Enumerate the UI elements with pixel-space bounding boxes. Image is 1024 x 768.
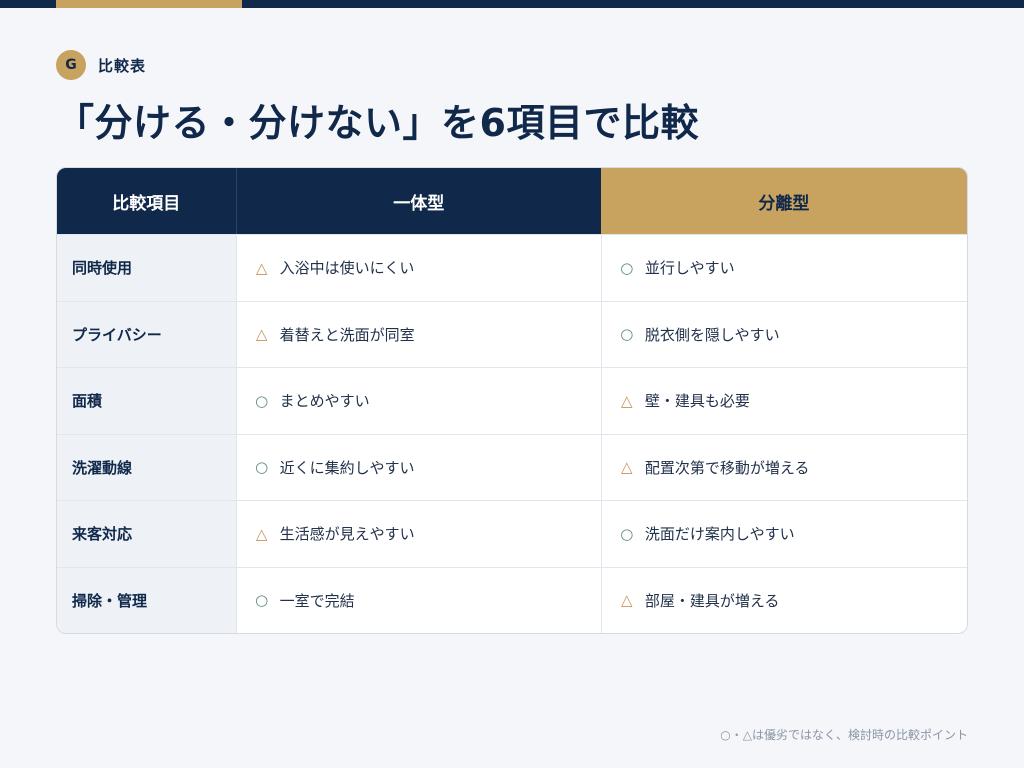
triangle-mark-icon: △ <box>255 258 268 277</box>
section-eyebrow: G 比較表 <box>56 50 146 80</box>
circle-mark-icon: ○ <box>620 524 634 543</box>
integrated-text: 着替えと洗面が同室 <box>279 325 415 344</box>
separated-text: 並行しやすい <box>644 259 735 278</box>
footnote: ○・△は優劣ではなく、検討時の比較ポイント <box>720 728 968 742</box>
table-row: 掃除・管理 ○ 一室で完結 △ 部屋・建具が増える <box>57 566 967 633</box>
row-item-label: 同時使用 <box>57 235 236 301</box>
triangle-mark-icon: △ <box>621 391 633 410</box>
triangle-mark-icon: △ <box>621 458 633 477</box>
table-row: 来客対応 △ 生活感が見えやすい ○ 洗面だけ案内しやすい <box>57 500 967 567</box>
separated-cell: ○ 脱衣側を隠しやすい <box>600 301 967 367</box>
circle-mark-icon: ○ <box>255 391 269 410</box>
separated-cell: △ 壁・建具も必要 <box>600 368 967 434</box>
section-label: 比較表 <box>98 56 147 75</box>
separated-cell: △ 配置次第で移動が増える <box>600 434 967 500</box>
column-header-item: 比較項目 <box>57 168 236 234</box>
table-header-row: 比較項目 一体型 分離型 <box>57 168 967 234</box>
circle-mark-icon: ○ <box>255 458 269 477</box>
row-item-label: 来客対応 <box>57 501 236 567</box>
integrated-cell: △ 入浴中は使いにくい <box>235 235 601 301</box>
integrated-text: 近くに集約しやすい <box>279 458 415 477</box>
separated-text: 脱衣側を隠しやすい <box>644 325 780 344</box>
separated-text: 配置次第で移動が増える <box>644 458 810 477</box>
circle-mark-icon: ○ <box>620 325 634 344</box>
integrated-text: 一室で完結 <box>279 591 355 610</box>
table-row: 面積 ○ まとめやすい △ 壁・建具も必要 <box>57 367 967 434</box>
integrated-cell: △ 着替えと洗面が同室 <box>235 301 601 367</box>
column-header-integrated: 一体型 <box>235 168 601 234</box>
row-item-label: プライバシー <box>57 301 236 367</box>
section-badge: G <box>56 50 86 80</box>
separated-cell: ○ 洗面だけ案内しやすい <box>600 501 967 567</box>
integrated-text: 生活感が見えやすい <box>279 525 415 544</box>
comparison-table: 比較項目 一体型 分離型 同時使用 △ 入浴中は使いにくい ○ 並行しやすいプライバシー… <box>56 167 968 634</box>
integrated-cell: ○ まとめやすい <box>235 368 601 434</box>
row-item-label: 面積 <box>57 368 236 434</box>
separated-text: 壁・建具も必要 <box>644 392 750 411</box>
column-header-separated: 分離型 <box>600 168 967 234</box>
integrated-cell: ○ 近くに集約しやすい <box>235 434 601 500</box>
circle-mark-icon: ○ <box>620 258 634 277</box>
integrated-text: 入浴中は使いにくい <box>279 259 415 278</box>
table-row: プライバシー △ 着替えと洗面が同室 ○ 脱衣側を隠しやすい <box>57 300 967 367</box>
integrated-text: まとめやすい <box>279 392 370 411</box>
separated-cell: ○ 並行しやすい <box>600 235 967 301</box>
table-body: 同時使用 △ 入浴中は使いにくい ○ 並行しやすいプライバシー △ 着替えと洗面が同室 ○ 脱衣… <box>57 234 967 633</box>
table-row: 洗濯動線 ○ 近くに集約しやすい △ 配置次第で移動が増える <box>57 433 967 500</box>
table-row: 同時使用 △ 入浴中は使いにくい ○ 並行しやすい <box>57 234 967 301</box>
row-item-label: 掃除・管理 <box>57 567 236 633</box>
triangle-mark-icon: △ <box>255 524 268 543</box>
separated-cell: △ 部屋・建具が増える <box>600 567 967 633</box>
separated-text: 部屋・建具が増える <box>644 591 780 610</box>
integrated-cell: △ 生活感が見えやすい <box>235 501 601 567</box>
top-bar-accent <box>56 0 242 8</box>
triangle-mark-icon: △ <box>255 325 268 344</box>
triangle-mark-icon: △ <box>621 591 633 610</box>
page-title: 「分ける・分けない」を6項目で比較 <box>56 101 699 145</box>
separated-text: 洗面だけ案内しやすい <box>644 525 795 544</box>
integrated-cell: ○ 一室で完結 <box>235 567 601 633</box>
circle-mark-icon: ○ <box>255 591 269 610</box>
row-item-label: 洗濯動線 <box>57 434 236 500</box>
